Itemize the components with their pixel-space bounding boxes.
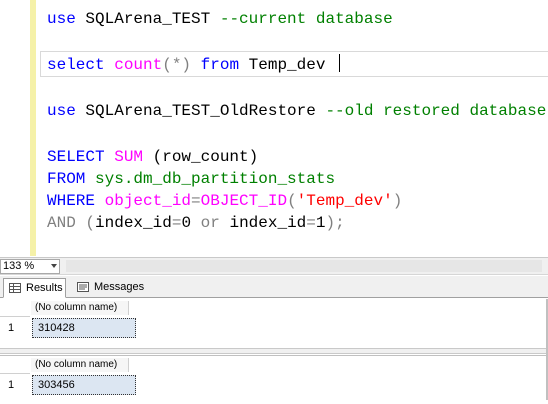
function-name: count xyxy=(104,56,163,74)
result-grid-1: (No column name) 1 310428 xyxy=(0,299,548,347)
column-header[interactable]: (No column name) xyxy=(31,358,129,372)
keyword: WHERE xyxy=(47,192,96,210)
number-literal: 0 xyxy=(181,214,192,232)
system-view: sys.dm_db_partition_stats xyxy=(85,170,336,188)
keyword: use xyxy=(47,10,76,28)
result-grid-2: (No column name) 1 303456 xyxy=(0,355,548,404)
column-name: index_id xyxy=(219,214,307,232)
zoom-value: 133 % xyxy=(3,260,35,272)
results-tab-strip: Results Messages xyxy=(0,276,548,298)
operator: (*) xyxy=(162,56,192,74)
result-cell[interactable]: 310428 xyxy=(32,318,136,338)
keyword: from xyxy=(191,56,240,74)
database-name: SQLArena_TEST_OldRestore xyxy=(75,102,326,120)
column-expression: (row_count) xyxy=(143,148,259,166)
table-name: Temp_dev xyxy=(239,56,336,74)
grid-splitter[interactable] xyxy=(0,348,548,354)
operator: ( xyxy=(75,214,96,232)
function-name: SUM xyxy=(104,148,144,166)
tab-results[interactable]: Results xyxy=(3,278,66,298)
operator: ); xyxy=(325,214,345,232)
code-line-5[interactable]: FROM sys.dm_db_partition_stats xyxy=(47,168,335,190)
result-cell[interactable]: 303456 xyxy=(32,375,136,395)
change-tracking-bar xyxy=(30,0,36,256)
code-line-1[interactable]: use SQLArena_TEST --current database xyxy=(47,8,393,30)
keyword: select xyxy=(47,56,105,74)
text-caret xyxy=(339,54,341,72)
code-line-3[interactable]: use SQLArena_TEST_OldRestore --old resto… xyxy=(47,100,546,122)
operator: or xyxy=(191,214,220,232)
operator: ) xyxy=(392,192,403,210)
function-name: OBJECT_ID xyxy=(200,192,288,210)
zoom-dropdown[interactable]: 133 % xyxy=(0,259,60,274)
tab-messages[interactable]: Messages xyxy=(72,278,148,298)
grid-icon xyxy=(9,283,21,293)
row-number[interactable]: 1 xyxy=(0,374,28,396)
operator: = xyxy=(171,214,182,232)
comment: --old restored database xyxy=(325,102,547,120)
code-line-4[interactable]: SELECT SUM (row_count) xyxy=(47,146,258,168)
code-line-7[interactable]: AND (index_id=0 or index_id=1); xyxy=(47,212,345,234)
operator: = xyxy=(306,214,316,232)
keyword: SELECT xyxy=(47,148,105,166)
messages-icon xyxy=(77,282,89,292)
keyword: AND xyxy=(47,214,76,232)
operator: = xyxy=(191,192,201,210)
operator: ( xyxy=(287,192,297,210)
string-literal: 'Temp_dev' xyxy=(296,192,393,210)
zoom-bar: 133 % xyxy=(0,257,548,275)
code-line-6[interactable]: WHERE object_id=OBJECT_ID('Temp_dev') xyxy=(47,190,402,212)
number-literal: 1 xyxy=(315,214,326,232)
tab-messages-label: Messages xyxy=(94,281,145,293)
comment: --current database xyxy=(219,10,393,28)
keyword: use xyxy=(47,102,76,120)
tab-results-label: Results xyxy=(26,282,63,294)
horizontal-scrollbar[interactable] xyxy=(66,260,542,272)
column-header[interactable]: (No column name) xyxy=(31,301,129,315)
code-line-2[interactable]: select count(*) from Temp_dev xyxy=(47,54,341,76)
query-editor[interactable]: use SQLArena_TEST --current database sel… xyxy=(0,0,548,256)
chevron-down-icon xyxy=(51,264,57,268)
column-name: index_id xyxy=(95,214,172,232)
keyword: FROM xyxy=(47,170,86,188)
function-name: object_id xyxy=(95,192,192,210)
row-number[interactable]: 1 xyxy=(0,317,28,339)
editor-margin xyxy=(0,0,30,256)
database-name: SQLArena_TEST xyxy=(75,10,220,28)
